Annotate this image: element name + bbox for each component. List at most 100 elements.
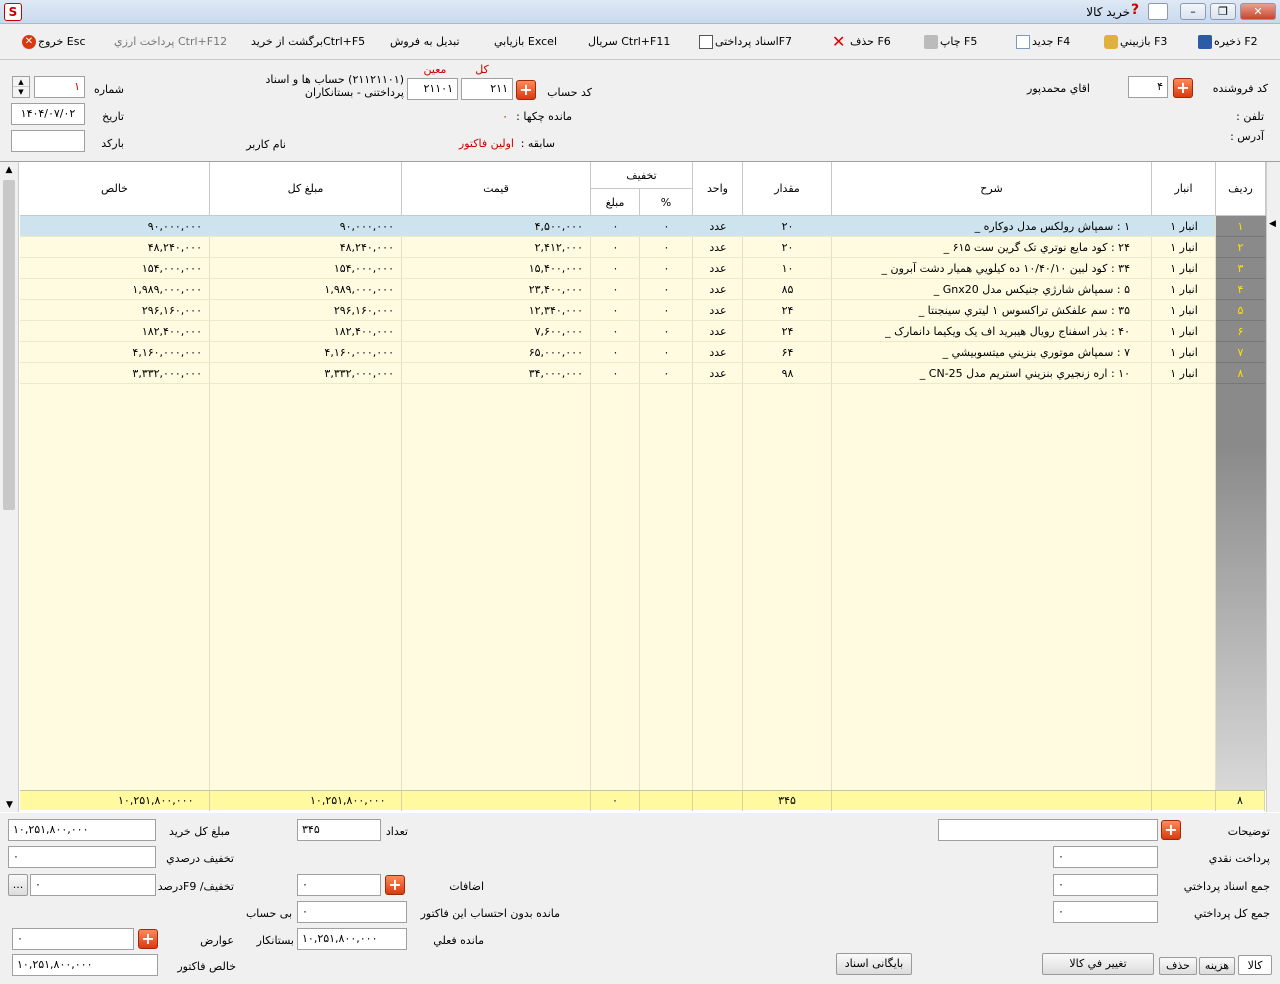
cell-price[interactable]: ۲۳,۴۰۰,۰۰۰ bbox=[402, 279, 587, 300]
cell-disc-amount[interactable]: ۰ bbox=[591, 363, 640, 384]
cell-pct[interactable]: ۰ bbox=[640, 300, 693, 321]
notes-input[interactable] bbox=[938, 819, 1158, 841]
cell-total[interactable]: ۲۹۶,۱۶۰,۰۰۰ bbox=[210, 300, 398, 321]
cell-price[interactable]: ۳۴,۰۰۰,۰۰۰ bbox=[402, 363, 587, 384]
additions-field[interactable]: ۰ bbox=[297, 874, 381, 896]
spinner-down-icon[interactable]: ▼ bbox=[13, 87, 29, 97]
restore-button[interactable]: ❐ bbox=[1210, 3, 1236, 20]
col-header-price[interactable]: قیمت bbox=[402, 162, 591, 216]
cell-warehouse[interactable]: انبار ۱ bbox=[1152, 342, 1216, 363]
cell-warehouse[interactable]: انبار ۱ bbox=[1152, 300, 1216, 321]
vendor-add-button[interactable]: + bbox=[1173, 78, 1193, 98]
vertical-scrollbar[interactable]: ▲ ▼ bbox=[0, 162, 19, 812]
minimize-button[interactable]: – bbox=[1180, 3, 1206, 20]
no-account-field[interactable]: ۰ bbox=[297, 901, 407, 923]
col-header-pct[interactable]: % bbox=[640, 189, 693, 216]
cell-unit[interactable]: عدد bbox=[693, 342, 743, 363]
cell-total[interactable]: ۹۰,۰۰۰,۰۰۰ bbox=[210, 216, 398, 237]
col-header-desc[interactable]: شرح bbox=[832, 162, 1152, 216]
cell-warehouse[interactable]: انبار ۱ bbox=[1152, 258, 1216, 279]
cell-disc-amount[interactable]: ۰ bbox=[591, 300, 640, 321]
cell-pct[interactable]: ۰ bbox=[640, 321, 693, 342]
scroll-down-icon[interactable]: ▼ bbox=[0, 800, 19, 810]
cell-desc[interactable]: ۱۰ : اره زنجیري بنزيني استریم مدل CN-25 … bbox=[832, 363, 1152, 384]
moein-input[interactable]: ۲۱۱۰۱ bbox=[407, 78, 458, 100]
items-grid[interactable]: ▲ ▼ ◀ ردیف انبار شرح مقدار واحد تخفیف % … bbox=[0, 161, 1280, 813]
cell-unit[interactable]: عدد bbox=[693, 300, 743, 321]
cell-price[interactable]: ۴,۵۰۰,۰۰۰ bbox=[402, 216, 587, 237]
tab-goods[interactable]: کالا bbox=[1238, 955, 1272, 975]
table-row[interactable]: انبار ۱ ۲۴ : کود مایع نوتري تک گرين ست ۶۱… bbox=[20, 237, 1215, 258]
cell-disc-amount[interactable]: ۰ bbox=[591, 237, 640, 258]
cell-total[interactable]: ۳,۳۳۲,۰۰۰,۰۰۰ bbox=[210, 363, 398, 384]
return-purchase-button[interactable]: برگشت از خریدCtrl+F5 bbox=[251, 32, 365, 52]
cell-warehouse[interactable]: انبار ۱ bbox=[1152, 321, 1216, 342]
retrieve-excel-button[interactable]: بازيابي Excel bbox=[494, 32, 557, 52]
archive-docs-button[interactable]: بایگانی اسناد bbox=[836, 953, 912, 975]
cell-desc[interactable]: ۳۴ : کود لبین ۱۰/۴۰/۱۰ ده کیلویي همیار د… bbox=[832, 258, 1152, 279]
spinner-up-icon[interactable]: ▲ bbox=[13, 77, 29, 87]
col-header-disc-amount[interactable]: مبلغ bbox=[591, 189, 640, 216]
cell-net[interactable]: ۹۰,۰۰۰,۰۰۰ bbox=[20, 216, 206, 237]
cell-warehouse[interactable]: انبار ۱ bbox=[1152, 279, 1216, 300]
row-number[interactable]: ۴ bbox=[1216, 279, 1265, 300]
cell-pct[interactable]: ۰ bbox=[640, 237, 693, 258]
reload-button[interactable]: بازبيني F3 bbox=[1102, 32, 1167, 52]
cell-desc[interactable]: ۵ : سمپاش شارژي جنیکس مدل Gnx20 _ bbox=[832, 279, 1152, 300]
col-header-discount[interactable]: تخفیف bbox=[591, 162, 693, 189]
table-row[interactable]: انبار ۱۷ : سمپاش موتوري بنزيني میتسوبیشي… bbox=[20, 342, 1215, 363]
cell-unit[interactable]: عدد bbox=[693, 237, 743, 258]
cell-qty[interactable]: ۲۰ bbox=[743, 237, 832, 258]
table-row[interactable]: انبار ۱ ۳۵ : سم علفکش تراکسوس ۱ لیتري سین… bbox=[20, 300, 1215, 321]
percent-discount-field[interactable]: ۰ bbox=[8, 846, 156, 868]
vendor-code-input[interactable]: ۴ bbox=[1128, 76, 1168, 98]
col-header-net[interactable]: خالص bbox=[20, 162, 210, 216]
row-number[interactable]: ۱ bbox=[1216, 216, 1265, 237]
col-header-total[interactable]: مبلغ کل bbox=[210, 162, 402, 216]
convert-to-sale-button[interactable]: تبدیل به فروش bbox=[390, 32, 460, 52]
cell-desc[interactable]: ۳۵ : سم علفکش تراکسوس ۱ لیتري سینجنتا _ bbox=[832, 300, 1152, 321]
col-header-warehouse[interactable]: انبار bbox=[1152, 162, 1216, 216]
col-header-row[interactable]: ردیف bbox=[1216, 162, 1266, 216]
cell-total[interactable]: ۴,۱۶۰,۰۰۰,۰۰۰ bbox=[210, 342, 398, 363]
cell-pct[interactable]: ۰ bbox=[640, 342, 693, 363]
number-spinner[interactable]: ▲ ▼ bbox=[12, 76, 30, 98]
number-input[interactable]: ۱ bbox=[34, 76, 85, 98]
cell-price[interactable]: ۱۵,۴۰۰,۰۰۰ bbox=[402, 258, 587, 279]
cell-disc-amount[interactable]: ۰ bbox=[591, 279, 640, 300]
kol-input[interactable]: ۲۱۱ bbox=[461, 78, 513, 100]
cell-disc-amount[interactable]: ۰ bbox=[591, 216, 640, 237]
cell-qty[interactable]: ۲۴ bbox=[743, 321, 832, 342]
help-icon[interactable]: ? bbox=[1131, 2, 1139, 18]
row-number[interactable]: ۸ bbox=[1216, 363, 1265, 384]
cash-payment-field[interactable]: ۰ bbox=[1053, 846, 1158, 868]
cell-net[interactable]: ۲۹۶,۱۶۰,۰۰۰ bbox=[20, 300, 206, 321]
table-row[interactable]: انبار ۱۱ : سمپاش رولکس مدل دوکاره _ ۲۰ عدد… bbox=[20, 216, 1215, 237]
discount-field[interactable]: ۰ bbox=[30, 874, 156, 896]
scroll-thumb[interactable] bbox=[3, 180, 15, 510]
tab-cost[interactable]: هزینه bbox=[1199, 957, 1235, 975]
cell-net[interactable]: ۳,۳۳۲,۰۰۰,۰۰۰ bbox=[20, 363, 206, 384]
cell-desc[interactable]: ۱ : سمپاش رولکس مدل دوکاره _ bbox=[832, 216, 1152, 237]
additions-add-button[interactable]: + bbox=[385, 875, 405, 895]
cell-pct[interactable]: ۰ bbox=[640, 363, 693, 384]
row-number[interactable]: ۷ bbox=[1216, 342, 1265, 363]
cell-total[interactable]: ۱۵۴,۰۰۰,۰۰۰ bbox=[210, 258, 398, 279]
cell-unit[interactable]: عدد bbox=[693, 258, 743, 279]
tab-delete[interactable]: حذف bbox=[1159, 957, 1197, 975]
change-goods-button[interactable]: تغییر في کالا bbox=[1042, 953, 1154, 975]
cell-warehouse[interactable]: انبار ۱ bbox=[1152, 216, 1216, 237]
cell-desc[interactable]: ۲۴ : کود مایع نوتري تک گرين ست ۶۱۵ _ bbox=[832, 237, 1152, 258]
cell-unit[interactable]: عدد bbox=[693, 321, 743, 342]
cell-desc[interactable]: ۷ : سمپاش موتوري بنزيني میتسوبیشي _ bbox=[832, 342, 1152, 363]
cell-total[interactable]: ۴۸,۲۴۰,۰۰۰ bbox=[210, 237, 398, 258]
cell-qty[interactable]: ۱۰ bbox=[743, 258, 832, 279]
cell-disc-amount[interactable]: ۰ bbox=[591, 258, 640, 279]
cell-net[interactable]: ۴۸,۲۴۰,۰۰۰ bbox=[20, 237, 206, 258]
cell-price[interactable]: ۷,۶۰۰,۰۰۰ bbox=[402, 321, 587, 342]
row-number[interactable]: ۲ bbox=[1216, 237, 1265, 258]
new-button[interactable]: جدید F4 bbox=[1014, 32, 1070, 52]
cell-net[interactable]: ۴,۱۶۰,۰۰۰,۰۰۰ bbox=[20, 342, 206, 363]
cell-qty[interactable]: ۶۴ bbox=[743, 342, 832, 363]
cell-desc[interactable]: ۴۰ : بذر اسفناج رويال هیبرید اف یک ویکیم… bbox=[832, 321, 1152, 342]
